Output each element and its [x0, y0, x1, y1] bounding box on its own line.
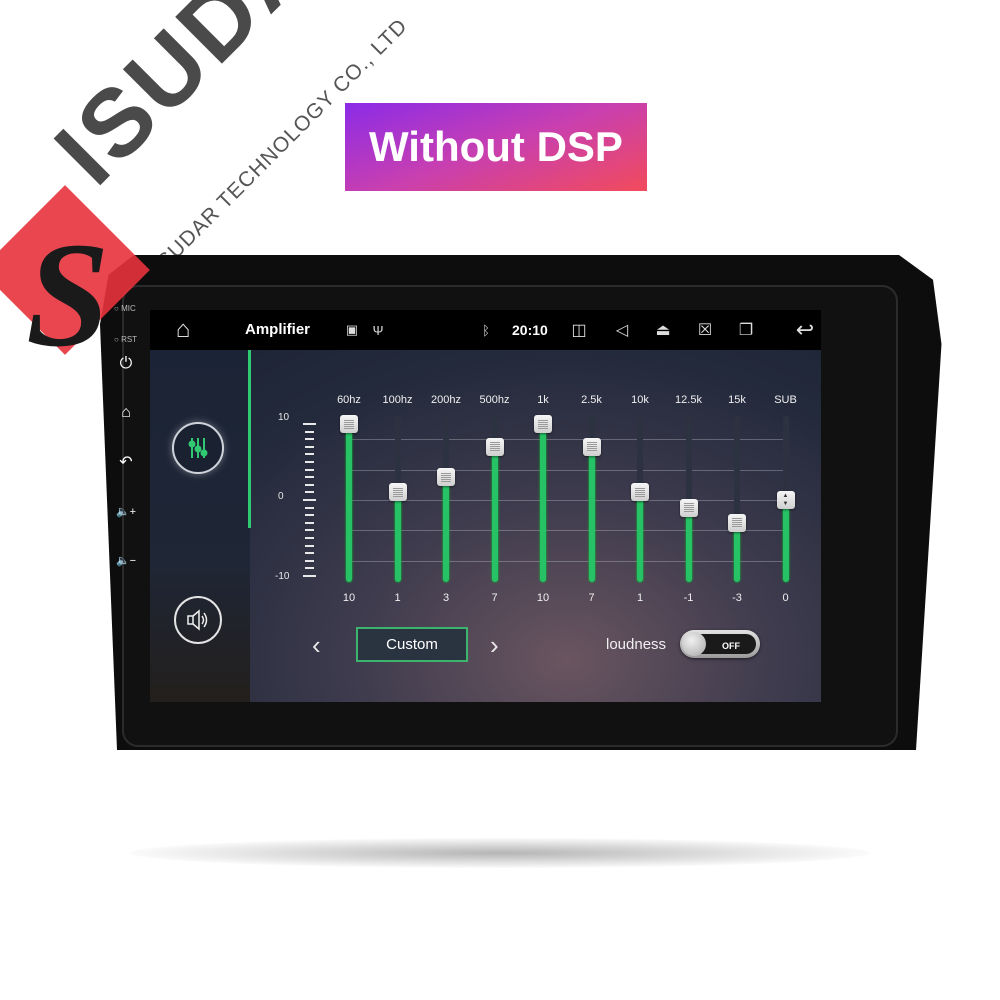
band-value: 7	[588, 592, 595, 604]
grip-lines-icon	[586, 442, 597, 452]
eq-gridline	[350, 560, 785, 562]
mic-label: ○ MIC	[114, 304, 136, 313]
recent-apps-icon[interactable]: ❐	[735, 319, 757, 341]
band-slider-handle[interactable]	[582, 437, 601, 456]
preset-prev-button[interactable]: ‹	[312, 630, 321, 661]
device-shadow	[130, 838, 870, 868]
amplifier-content: 10 0 -10 60hz 10 100hz 1 200hz 3 500hz 7 1k 10 2.5…	[150, 350, 821, 702]
band-value: 1	[636, 592, 644, 604]
screen-off-icon[interactable]: ☒	[694, 319, 716, 341]
without-dsp-badge: Without DSP	[345, 103, 647, 191]
band-slider-fill	[491, 446, 498, 582]
band-label: 60hz	[337, 394, 361, 406]
band-slider-fill	[685, 507, 692, 582]
band-slider-fill	[394, 492, 401, 582]
grip-lines-icon	[732, 518, 742, 528]
band-slider-handle[interactable]	[485, 437, 504, 456]
band-label: 500hz	[479, 394, 510, 406]
band-slider-handle[interactable]	[631, 483, 649, 502]
eq-gridline	[350, 500, 785, 501]
grip-lines-icon	[635, 487, 645, 497]
band-slider-fill	[540, 424, 546, 582]
band-slider-fill	[346, 424, 352, 582]
band-slider-fill	[782, 500, 789, 582]
status-bar: ⌂ Amplifier ▣ Ψ ᛒ 20:10 ◫ ◁ ⏏ ☒ ❐ ↩	[150, 310, 821, 350]
image-icon: ▣	[345, 322, 359, 337]
band-slider-handle[interactable]	[340, 415, 358, 433]
band-value: -3	[732, 592, 742, 604]
band-value: 10	[342, 592, 356, 604]
grip-lines-icon	[441, 472, 451, 482]
toggle-state: OFF	[722, 641, 740, 651]
grip-lines-icon	[392, 487, 403, 497]
band-slider-handle[interactable]: ▲ ▼	[776, 491, 795, 509]
back-icon[interactable]: ↶	[114, 450, 138, 474]
eject-icon[interactable]: ⏏	[652, 319, 674, 341]
usb-icon: Ψ	[372, 322, 384, 338]
toggle-knob[interactable]	[682, 632, 706, 656]
band-label: 12.5k	[675, 394, 702, 406]
preset-next-button[interactable]: ›	[490, 630, 499, 661]
home-icon[interactable]: ⌂	[168, 316, 198, 343]
clock: 20:10	[512, 322, 548, 338]
power-icon[interactable]: ⏻	[114, 352, 138, 376]
band-slider-fill	[637, 492, 643, 582]
band-label: 1k	[537, 394, 549, 406]
back-icon[interactable]: ↩	[790, 317, 820, 342]
band-value: -1	[683, 592, 694, 604]
band-value: 10	[536, 592, 550, 604]
grip-lines-icon	[344, 419, 354, 429]
preset-selector[interactable]: Custom	[356, 627, 468, 662]
band-label: 15k	[728, 394, 746, 406]
band-value: 1	[394, 592, 401, 604]
up-down-arrows-icon: ▲ ▼	[782, 493, 789, 507]
brand-logo-letter: S	[26, 212, 110, 378]
band-label: 100hz	[382, 394, 413, 406]
band-value: 7	[491, 592, 498, 604]
band-slider-handle[interactable]	[728, 513, 746, 532]
band-label: 2.5k	[581, 394, 602, 406]
band-value: 0	[782, 592, 789, 604]
eq-gridline	[350, 530, 785, 532]
band-slider-handle[interactable]	[534, 415, 552, 433]
eq-gridline	[350, 439, 785, 441]
head-unit-screen: ⌂ Amplifier ▣ Ψ ᛒ 20:10 ◫ ◁ ⏏ ☒ ❐ ↩ 10 0…	[150, 310, 821, 702]
volume-down-icon[interactable]: 🔈−	[114, 548, 138, 572]
speaker-icon[interactable]: ◁	[612, 319, 632, 341]
band-slider-fill	[588, 446, 595, 582]
band-slider-handle[interactable]	[388, 483, 407, 502]
band-value: 3	[442, 592, 450, 604]
band-label: 200hz	[431, 394, 461, 406]
grip-lines-icon	[489, 442, 500, 452]
band-slider-handle[interactable]	[679, 498, 698, 517]
app-title: Amplifier	[245, 321, 311, 338]
bluetooth-icon: ᛒ	[482, 322, 490, 338]
loudness-toggle[interactable]: OFF	[680, 630, 760, 658]
home-icon[interactable]: ⌂	[114, 401, 138, 425]
band-slider-handle[interactable]	[437, 468, 455, 487]
band-label: 10k	[631, 394, 649, 406]
rst-button[interactable]: ○ RST	[114, 335, 137, 344]
volume-up-icon[interactable]: 🔈+	[114, 499, 138, 523]
grip-lines-icon	[538, 419, 548, 429]
loudness-label: loudness	[606, 636, 667, 653]
band-slider-fill	[443, 477, 449, 582]
band-label: SUB	[774, 394, 797, 406]
grip-lines-icon	[683, 503, 694, 513]
hardkey-column: ○ MIC ○ RST ⏻ ⌂ ↶ 🔈+ 🔈−	[106, 300, 146, 700]
eq-gridline	[350, 469, 785, 471]
camera-icon[interactable]: ◫	[568, 319, 590, 341]
